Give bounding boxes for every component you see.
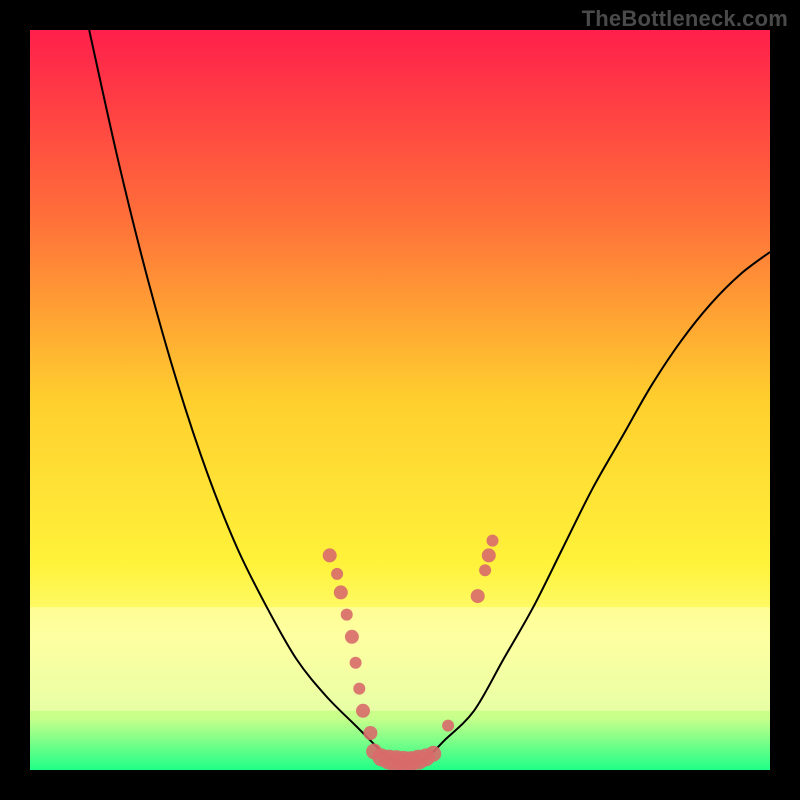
scatter-dot bbox=[323, 548, 337, 562]
scatter-dot bbox=[331, 568, 343, 580]
scatter-dot bbox=[345, 630, 359, 644]
scatter-dot bbox=[353, 683, 365, 695]
scatter-dot bbox=[425, 746, 441, 762]
scatter-dot bbox=[334, 585, 348, 599]
plot-frame bbox=[30, 30, 770, 770]
bottleneck-chart bbox=[30, 30, 770, 770]
scatter-dot bbox=[482, 548, 496, 562]
scatter-dot bbox=[341, 609, 353, 621]
scatter-dot bbox=[487, 535, 499, 547]
scatter-dot bbox=[442, 720, 454, 732]
scatter-dot bbox=[363, 726, 377, 740]
scatter-dot bbox=[471, 589, 485, 603]
scatter-dot bbox=[479, 564, 491, 576]
scatter-dot bbox=[350, 657, 362, 669]
watermark-text: TheBottleneck.com bbox=[582, 6, 788, 32]
scatter-dot bbox=[356, 704, 370, 718]
pale-yellow-band bbox=[30, 607, 770, 711]
